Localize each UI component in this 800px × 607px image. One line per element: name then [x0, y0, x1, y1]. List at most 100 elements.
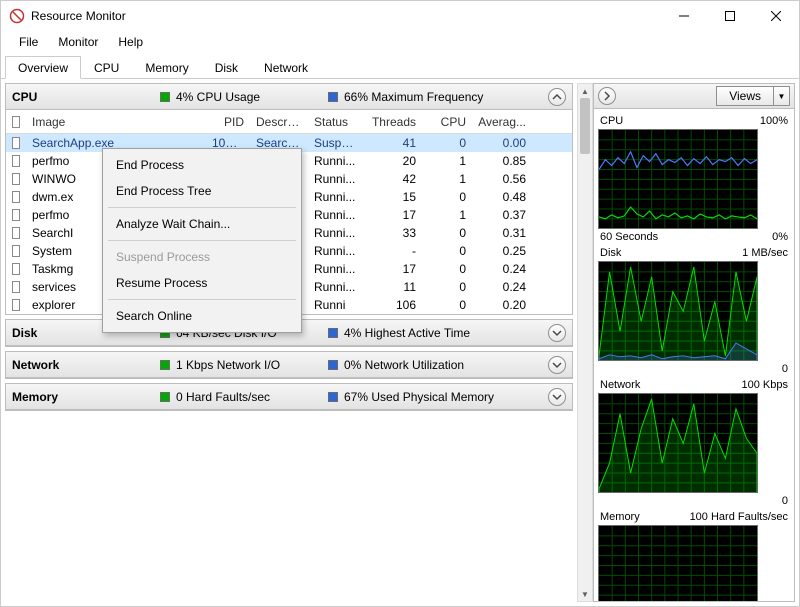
row-checkbox[interactable] — [12, 209, 20, 221]
chart-area: CPU100%60 Seconds0%Disk1 MB/sec0Network1… — [593, 109, 795, 602]
menu-monitor[interactable]: Monitor — [50, 33, 106, 51]
tab-cpu[interactable]: CPU — [81, 56, 132, 79]
panel-memory: Memory 0 Hard Faults/sec 67% Used Physic… — [5, 383, 573, 411]
cell-average: 0.48 — [472, 190, 532, 204]
col-check[interactable] — [6, 116, 26, 128]
cm-end-process-tree[interactable]: End Process Tree — [106, 178, 298, 204]
cell-average: 0.85 — [472, 154, 532, 168]
cm-analyze-wait-chain[interactable]: Analyze Wait Chain... — [106, 211, 298, 237]
panel-title: CPU — [12, 90, 160, 104]
cell-status: Runni — [308, 298, 362, 312]
panel-header-network[interactable]: Network 1 Kbps Network I/O 0% Network Ut… — [6, 352, 572, 378]
chart-title: Disk — [600, 247, 621, 259]
row-checkbox[interactable] — [12, 263, 20, 275]
close-button[interactable] — [753, 1, 799, 31]
cell-threads: 42 — [362, 172, 422, 186]
tab-network[interactable]: Network — [251, 56, 321, 79]
cell-cpu: 0 — [422, 190, 472, 204]
chart-scale-top: 100% — [760, 115, 788, 127]
cell-average: 0.31 — [472, 226, 532, 240]
chart-cpu: CPU100%60 Seconds0% — [598, 115, 790, 243]
collapse-button[interactable] — [548, 88, 566, 106]
cm-end-process[interactable]: End Process — [106, 152, 298, 178]
menu-bar: File Monitor Help — [1, 31, 799, 53]
cell-threads: 106 — [362, 298, 422, 312]
cell-average: 0.56 — [472, 172, 532, 186]
panel-header-memory[interactable]: Memory 0 Hard Faults/sec 67% Used Physic… — [6, 384, 572, 410]
window-controls — [661, 1, 799, 31]
expand-button[interactable] — [548, 388, 566, 406]
title-bar: Resource Monitor — [1, 1, 799, 31]
expand-charts-button[interactable] — [598, 87, 616, 105]
col-threads[interactable]: Threads — [362, 115, 422, 129]
row-checkbox[interactable] — [12, 155, 20, 167]
chart-canvas — [598, 393, 758, 493]
tab-bar: Overview CPU Memory Disk Network — [1, 55, 799, 79]
cm-resume-process[interactable]: Resume Process — [106, 270, 298, 296]
cm-separator — [108, 299, 296, 300]
scroll-down-icon[interactable]: ▼ — [578, 587, 592, 601]
left-scrollbar[interactable]: ▲ ▼ — [577, 83, 593, 602]
cell-threads: 17 — [362, 262, 422, 276]
tab-disk[interactable]: Disk — [202, 56, 251, 79]
col-image[interactable]: Image — [26, 115, 206, 129]
cell-status: Runni... — [308, 262, 362, 276]
menu-help[interactable]: Help — [110, 33, 151, 51]
chart-scale-top: 100 Kbps — [742, 379, 788, 391]
cell-status: Runni... — [308, 226, 362, 240]
chart-disk: Disk1 MB/sec0 — [598, 247, 790, 375]
cell-threads: 15 — [362, 190, 422, 204]
col-average[interactable]: Averag... — [472, 115, 532, 129]
chart-scale-top: 1 MB/sec — [742, 247, 788, 259]
tab-memory[interactable]: Memory — [132, 56, 201, 79]
chevron-down-icon: ▼ — [774, 86, 790, 106]
cell-threads: 41 — [362, 136, 422, 150]
cell-status: Runni... — [308, 280, 362, 294]
net-io-stat: 1 Kbps Network I/O — [176, 358, 280, 372]
cell-status: Runni... — [308, 244, 362, 258]
panel-network: Network 1 Kbps Network I/O 0% Network Ut… — [5, 351, 573, 379]
led-icon — [160, 360, 170, 370]
cell-status: Runni... — [308, 190, 362, 204]
row-checkbox[interactable] — [12, 245, 20, 257]
views-label: Views — [716, 86, 774, 106]
cell-average: 0.00 — [472, 136, 532, 150]
main-area: CPU 4% CPU Usage 66% Maximum Frequency I… — [1, 79, 799, 606]
col-status[interactable]: Status — [308, 115, 362, 129]
tab-overview[interactable]: Overview — [5, 56, 81, 79]
cm-search-online[interactable]: Search Online — [106, 303, 298, 329]
row-checkbox[interactable] — [12, 173, 20, 185]
row-checkbox[interactable] — [12, 227, 20, 239]
maximize-button[interactable] — [707, 1, 753, 31]
row-checkbox[interactable] — [12, 299, 20, 311]
chart-title: CPU — [600, 115, 623, 127]
cell-average: 0.25 — [472, 244, 532, 258]
scroll-thumb[interactable] — [580, 98, 590, 154]
cpu-usage-stat: 4% CPU Usage — [176, 90, 260, 104]
cell-cpu: 0 — [422, 136, 472, 150]
row-checkbox[interactable] — [12, 191, 20, 203]
scroll-up-icon[interactable]: ▲ — [578, 84, 592, 98]
minimize-button[interactable] — [661, 1, 707, 31]
menu-file[interactable]: File — [11, 33, 46, 51]
expand-button[interactable] — [548, 356, 566, 374]
panel-title: Memory — [12, 390, 160, 404]
col-descrip[interactable]: Descrip... — [250, 115, 308, 129]
views-dropdown[interactable]: Views ▼ — [716, 86, 790, 106]
row-checkbox[interactable] — [12, 137, 20, 149]
col-cpu[interactable]: CPU — [422, 115, 472, 129]
right-pane: Views ▼ CPU100%60 Seconds0%Disk1 MB/sec0… — [593, 79, 799, 606]
app-icon — [9, 8, 25, 24]
panel-header-cpu[interactable]: CPU 4% CPU Usage 66% Maximum Frequency — [6, 84, 572, 110]
cell-threads: 11 — [362, 280, 422, 294]
cm-suspend-process: Suspend Process — [106, 244, 298, 270]
cell-cpu: 1 — [422, 154, 472, 168]
checkbox-all[interactable] — [12, 116, 20, 128]
panel-cpu: CPU 4% CPU Usage 66% Maximum Frequency I… — [5, 83, 573, 315]
cell-threads: 17 — [362, 208, 422, 222]
chart-memory: Memory100 Hard Faults/sec — [598, 511, 790, 602]
context-menu: End Process End Process Tree Analyze Wai… — [102, 148, 302, 333]
expand-button[interactable] — [548, 324, 566, 342]
row-checkbox[interactable] — [12, 281, 20, 293]
col-pid[interactable]: PID — [206, 115, 250, 129]
